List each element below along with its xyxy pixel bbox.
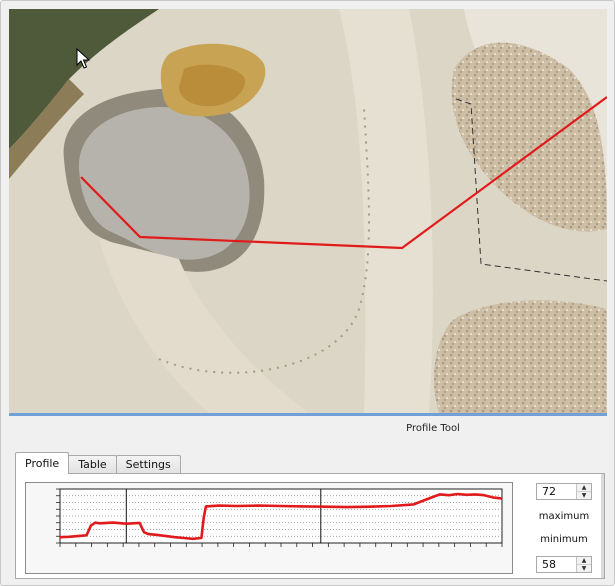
profile-plot[interactable] bbox=[25, 482, 513, 574]
minimum-label: minimum bbox=[540, 534, 588, 545]
app-window: Profile Tool Profile Table Settings 72 ▲… bbox=[0, 0, 615, 586]
tab-settings[interactable]: Settings bbox=[115, 455, 181, 474]
spin-down-arrow-icon[interactable]: ▼ bbox=[577, 492, 591, 499]
spin-up-arrow-icon[interactable]: ▲ bbox=[577, 484, 591, 492]
panel-title-text: Profile Tool bbox=[406, 423, 460, 434]
minimum-spinbox[interactable]: 58 ▲ ▼ bbox=[536, 556, 592, 573]
tab-profile[interactable]: Profile bbox=[15, 452, 70, 474]
panel-title: Profile Tool bbox=[9, 423, 607, 434]
tab-bar: Profile Table Settings bbox=[15, 452, 181, 474]
maximum-label: maximum bbox=[538, 511, 590, 522]
spin-up-arrow-icon[interactable]: ▲ bbox=[577, 557, 591, 565]
tab-table[interactable]: Table bbox=[68, 455, 117, 474]
aerial-image bbox=[9, 9, 607, 413]
maximum-value: 72 bbox=[542, 485, 556, 498]
map-canvas[interactable] bbox=[9, 9, 607, 413]
profile-tab-content: 72 ▲ ▼ maximum minimum 58 ▲ ▼ bbox=[15, 473, 605, 579]
panel-edge bbox=[601, 474, 604, 578]
profile-chart-svg bbox=[56, 488, 503, 547]
spin-down-arrow-icon[interactable]: ▼ bbox=[577, 565, 591, 572]
minimum-value: 58 bbox=[542, 558, 556, 571]
profile-tool-panel: Profile Tool Profile Table Settings 72 ▲… bbox=[9, 416, 607, 579]
maximum-spinbox[interactable]: 72 ▲ ▼ bbox=[536, 483, 592, 500]
